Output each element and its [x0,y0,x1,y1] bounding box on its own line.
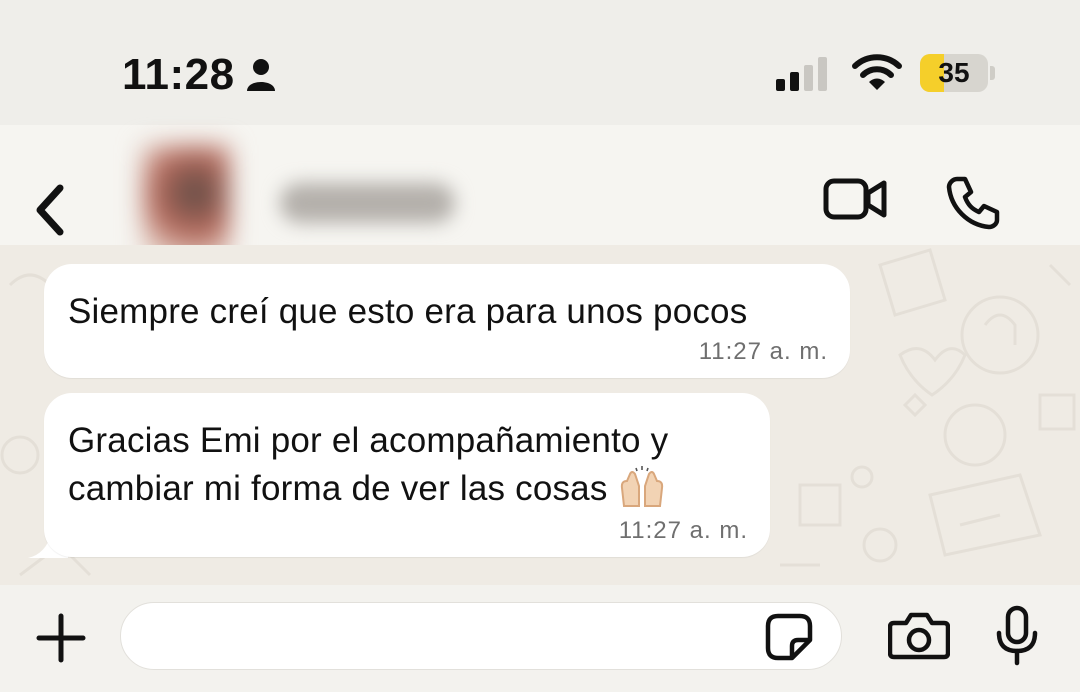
message-text-group: Gracias Emi por el acompañamiento y camb… [68,417,668,513]
status-bar: 11:28 35 [0,0,1080,125]
contact-name[interactable] [280,183,455,223]
microphone-icon[interactable] [995,605,1039,667]
message-time: 11:27 a. m. [698,338,828,365]
plus-icon[interactable] [36,613,86,663]
camera-icon[interactable] [888,611,950,661]
message-text: Siempre creí que esto era para unos poco… [68,292,748,331]
wifi-icon [852,54,902,90]
person-icon [246,59,275,91]
chat-header [0,125,1080,265]
battery-icon: 35 [920,54,995,92]
status-time-group: 11:28 [122,50,277,100]
message-bubble[interactable]: Siempre creí que esto era para unos poco… [44,264,850,378]
signal-icon [776,57,827,91]
input-bar [0,585,1080,692]
video-call-icon[interactable] [822,177,888,221]
status-clock: 11:28 [122,50,235,99]
phone-icon[interactable] [945,175,1001,231]
message-input-field[interactable] [120,602,842,670]
sticker-icon[interactable] [764,612,814,662]
message-time: 11:27 a. m. [618,517,748,544]
battery-percent: 35 [938,57,970,88]
message-text: Gracias Emi por el acompañamiento y camb… [68,421,669,508]
back-icon[interactable] [30,180,70,240]
chat-area[interactable]: Siempre creí que esto era para unos poco… [0,245,1080,585]
message-input[interactable] [141,615,745,661]
message-bubble[interactable]: Gracias Emi por el acompañamiento y camb… [44,393,770,557]
raising-hands-icon [620,466,663,507]
